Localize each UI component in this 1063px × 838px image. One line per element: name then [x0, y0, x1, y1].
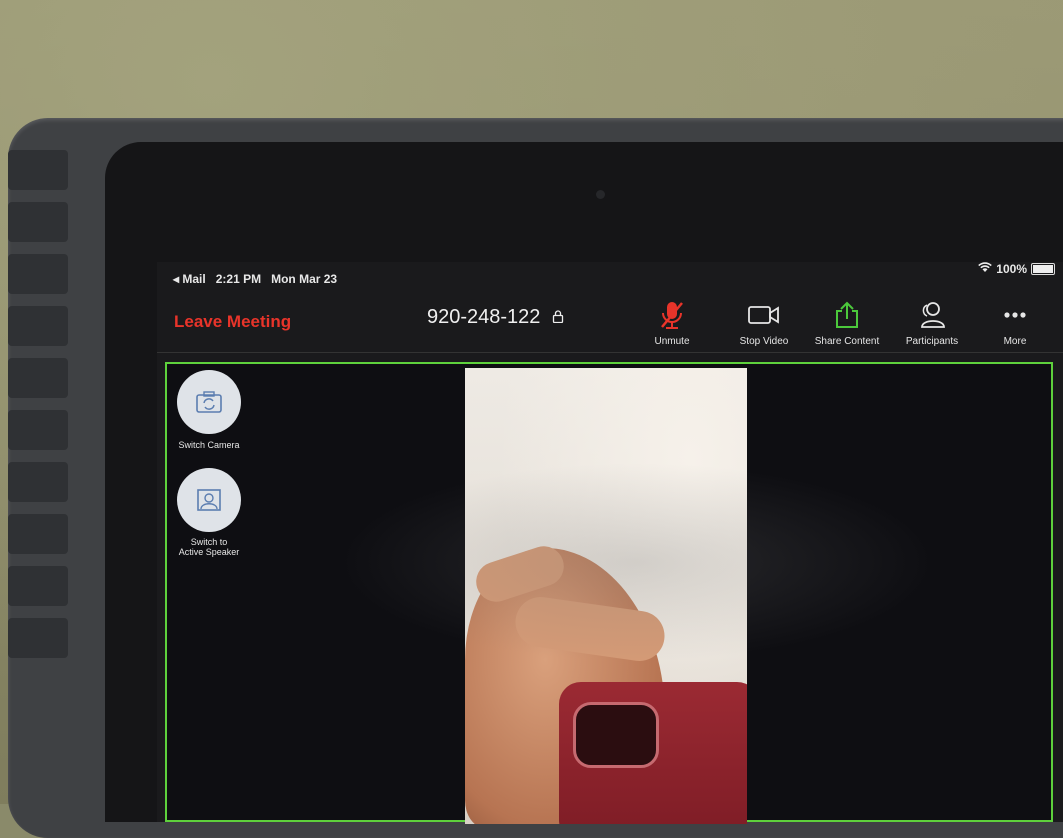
- wifi-icon: [978, 262, 993, 276]
- lock-icon: [552, 310, 564, 326]
- battery-icon: [1031, 263, 1055, 275]
- stop-video-button[interactable]: Stop Video: [731, 300, 797, 347]
- battery-percent: 100%: [996, 262, 1027, 276]
- stop-video-label: Stop Video: [739, 336, 789, 347]
- phone-image: [559, 682, 747, 824]
- more-label: More: [1003, 336, 1027, 347]
- share-content-button[interactable]: Share Content: [807, 300, 887, 347]
- unmute-label: Unmute: [654, 336, 690, 347]
- active-video-frame[interactable]: Switch Camera Switch to Active Speaker: [165, 362, 1053, 824]
- participants-button[interactable]: Participants: [897, 300, 967, 347]
- share-content-label: Share Content: [814, 336, 880, 347]
- video-camera-icon: [731, 300, 797, 330]
- status-date: Mon Mar 23: [271, 272, 338, 286]
- phone-camera-lens: [573, 702, 659, 768]
- back-to-app-link[interactable]: ◂ Mail: [173, 272, 206, 286]
- camera-video-feed: [465, 368, 747, 824]
- meeting-id-text: 920-248-122: [427, 306, 541, 328]
- switch-speaker-label: Switch to Active Speaker: [178, 537, 240, 557]
- switch-camera-label: Switch Camera: [178, 440, 240, 450]
- more-dots-icon: [992, 300, 1038, 330]
- case-vents: [8, 150, 68, 690]
- meeting-toolbar: Leave Meeting 920-248-122 Unmute Stop Vi…: [157, 290, 1063, 353]
- share-upload-icon: [807, 300, 887, 330]
- active-speaker-icon: [177, 468, 241, 532]
- meeting-id-display[interactable]: 920-248-122: [427, 306, 564, 329]
- switch-camera-icon: [177, 370, 241, 434]
- front-camera: [596, 190, 605, 199]
- unmute-button[interactable]: Unmute: [647, 300, 697, 347]
- more-button[interactable]: More: [992, 300, 1038, 347]
- status-left: ◂ Mail 2:21 PM Mon Mar 23: [173, 272, 337, 286]
- ipad-screen: ◂ Mail 2:21 PM Mon Mar 23 100% Leave Mee…: [157, 262, 1063, 824]
- muted-microphone-icon: [647, 300, 697, 330]
- status-bar: ◂ Mail 2:21 PM Mon Mar 23 100%: [157, 262, 1063, 290]
- participants-icon: [897, 300, 967, 330]
- switch-active-speaker-button[interactable]: Switch to Active Speaker: [169, 468, 249, 558]
- status-time: 2:21 PM: [215, 272, 262, 286]
- switch-camera-button[interactable]: Switch Camera: [169, 370, 249, 450]
- status-right: 100%: [978, 262, 1055, 276]
- leave-meeting-button[interactable]: Leave Meeting: [174, 312, 291, 332]
- participants-label: Participants: [905, 336, 959, 347]
